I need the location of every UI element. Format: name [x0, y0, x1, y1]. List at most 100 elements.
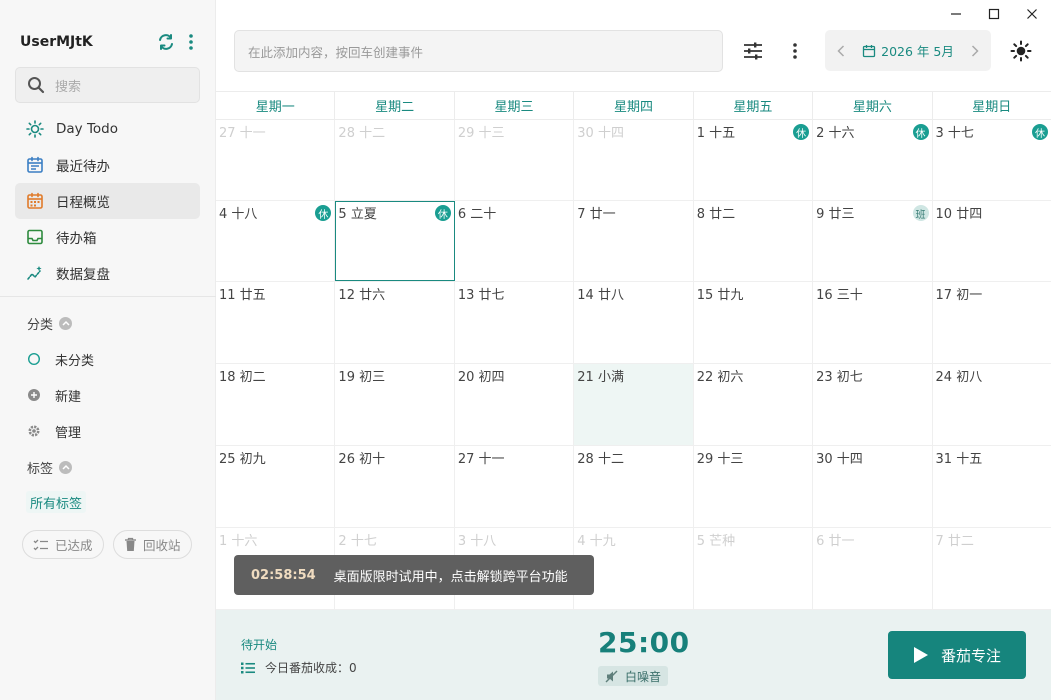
- calendar-day-cell[interactable]: 29 十三: [694, 446, 814, 527]
- category-item-new[interactable]: 新建: [27, 384, 81, 406]
- category-item-uncategorized[interactable]: 未分类: [27, 348, 94, 370]
- calendar-day-cell[interactable]: 7 廿二: [933, 528, 1051, 609]
- trial-toast[interactable]: 02:58:54 桌面版限时试用中，点击解锁跨平台功能: [234, 555, 594, 595]
- calendar-day-cell[interactable]: 30 十四: [574, 120, 694, 200]
- calendar-day-cell[interactable]: 19 初三: [335, 364, 455, 445]
- calendar-day-cell[interactable]: 16 三十: [813, 282, 933, 363]
- close-icon[interactable]: [1013, 0, 1051, 28]
- weekday-label: 星期日: [972, 100, 1012, 115]
- calendar-day-cell[interactable]: 22 初六: [694, 364, 814, 445]
- more-vertical-icon[interactable]: [183, 31, 199, 53]
- add-event-placeholder: 在此添加内容，按回车创建事件: [248, 44, 424, 60]
- calendar-day-cell[interactable]: 6 廿一: [813, 528, 933, 609]
- theme-sun-icon[interactable]: [1008, 38, 1034, 64]
- inbox-icon: [26, 228, 44, 246]
- calendar-day-cell[interactable]: 11 廿五: [216, 282, 336, 363]
- filter-sliders-icon[interactable]: [740, 38, 766, 64]
- calendar-day-cell[interactable]: 2 十六 休: [813, 120, 933, 200]
- white-noise-label: 白噪音: [625, 669, 662, 684]
- day-label: 21 小满: [577, 370, 624, 385]
- chevron-up-icon[interactable]: [59, 460, 73, 474]
- calendar-day-cell[interactable]: 27 十一: [216, 120, 336, 200]
- calendar-grid-icon: [26, 192, 44, 210]
- chevron-up-icon[interactable]: [59, 316, 73, 330]
- calendar-day-cell[interactable]: 30 十四: [813, 446, 933, 527]
- calendar-day-cell[interactable]: 8 廿二: [694, 201, 814, 281]
- category-header-label: 分类: [27, 317, 54, 333]
- calendar-day-cell[interactable]: 4 十八 休: [216, 201, 336, 281]
- sync-icon[interactable]: [155, 31, 177, 53]
- nav-item-inbox[interactable]: 待办箱: [15, 219, 200, 255]
- calendar-day-cell[interactable]: 15 廿九: [694, 282, 814, 363]
- start-focus-button[interactable]: 番茄专注: [888, 631, 1026, 679]
- day-label: 6 廿一: [816, 534, 855, 549]
- calendar-day-cell[interactable]: 18 初二: [216, 364, 336, 445]
- calendar-day-cell[interactable]: 9 廿三 班: [813, 201, 933, 281]
- day-label: 23 初七: [816, 370, 863, 385]
- maximize-icon[interactable]: [975, 0, 1013, 28]
- all-tags-chip[interactable]: 所有标签: [26, 491, 87, 513]
- calendar-day-cell[interactable]: 12 廿六: [335, 282, 455, 363]
- calendar-day-cell[interactable]: 23 初七: [813, 364, 933, 445]
- day-label: 2 十六: [816, 126, 855, 141]
- day-label: 14 廿八: [577, 288, 624, 303]
- nav-item-recent[interactable]: 最近待办: [15, 147, 200, 183]
- day-label: 8 廿二: [696, 207, 736, 222]
- calendar-day-cell[interactable]: 5 立夏 休: [335, 201, 455, 281]
- day-label: 18 初二: [219, 370, 266, 385]
- minimize-icon[interactable]: [937, 0, 975, 28]
- nav-item-schedule[interactable]: 日程概览: [15, 183, 200, 219]
- calendar-day-cell[interactable]: 28 十二: [574, 446, 694, 527]
- calendar-day-cell[interactable]: 5 芒种: [694, 528, 814, 609]
- done-button[interactable]: 已达成: [22, 530, 104, 559]
- nav-item-day-todo[interactable]: Day Todo: [15, 111, 200, 147]
- pomodoro-timer: 25:00: [598, 626, 690, 659]
- calendar-week-row: 18 初二 19 初三 20 初四 21 小满 22 初六 23 初七 24 初八: [216, 364, 1051, 446]
- pomodoro-harvest[interactable]: 今日番茄收成：0: [241, 659, 357, 676]
- month-navigator: 2026 年 5月: [825, 30, 991, 71]
- current-month[interactable]: 2026 年 5月: [857, 41, 959, 60]
- day-label: 12 廿六: [338, 288, 386, 303]
- calendar-week-row: 11 廿五 12 廿六 13 廿七 14 廿八 15 廿九 16 三十 17 初一: [216, 282, 1051, 364]
- calendar-day-cell[interactable]: 3 十七 休: [933, 120, 1051, 200]
- calendar-day-cell[interactable]: 17 初一: [933, 282, 1051, 363]
- calendar-day-cell[interactable]: 29 十三: [455, 120, 575, 200]
- white-noise-button[interactable]: 白噪音: [598, 666, 669, 686]
- calendar-day-cell[interactable]: 13 廿七: [455, 282, 575, 363]
- calendar-day-cell[interactable]: 1 十五 休: [694, 120, 814, 200]
- category-header[interactable]: 分类: [27, 313, 73, 333]
- username[interactable]: UserMJtK: [20, 34, 155, 50]
- calendar-day-cell[interactable]: 25 初九: [216, 446, 336, 527]
- day-label: 4 十九: [577, 534, 616, 549]
- tag-header[interactable]: 标签: [27, 457, 73, 477]
- nav-label: 最近待办: [56, 159, 110, 175]
- calendar-day-cell[interactable]: 14 廿八: [574, 282, 694, 363]
- calendar-day-cell[interactable]: 20 初四: [455, 364, 575, 445]
- day-label: 20 初四: [457, 370, 505, 385]
- next-month-chevron-icon[interactable]: [959, 30, 991, 71]
- calendar-day-cell[interactable]: 21 小满: [574, 364, 694, 445]
- day-label: 22 初六: [696, 370, 744, 385]
- day-label: 2 十七: [338, 534, 377, 549]
- weekday-header: 星期一 星期二 星期三 星期四 星期五 星期六 星期日: [216, 91, 1051, 120]
- trash-button[interactable]: 回收站: [113, 530, 192, 559]
- calendar-day-cell[interactable]: 26 初十: [335, 446, 455, 527]
- day-label: 3 十八: [457, 534, 497, 549]
- holiday-badge: 休: [315, 205, 332, 221]
- nav-item-review[interactable]: 数据复盘: [15, 255, 200, 291]
- calendar-day-cell[interactable]: 28 十二: [335, 120, 455, 200]
- add-event-input[interactable]: 在此添加内容，按回车创建事件: [234, 30, 723, 72]
- calendar-day-cell[interactable]: 31 十五: [933, 446, 1051, 527]
- day-label: 27 十一: [457, 452, 505, 467]
- calendar-day-cell[interactable]: 10 廿四: [933, 201, 1051, 281]
- calendar-day-cell[interactable]: 6 二十: [455, 201, 575, 281]
- calendar-day-cell[interactable]: 24 初八: [933, 364, 1051, 445]
- calendar-day-cell[interactable]: 7 廿一: [574, 201, 694, 281]
- sidebar: UserMJtK 搜索 Day Todo 最近待办 日程概览 待办箱 数据复盘 …: [0, 0, 216, 700]
- category-item-manage[interactable]: 管理: [27, 420, 81, 442]
- more-vertical-icon[interactable]: [784, 38, 806, 64]
- day-label: 19 初三: [338, 370, 386, 385]
- search-input[interactable]: 搜索: [15, 67, 200, 103]
- calendar-day-cell[interactable]: 27 十一: [455, 446, 575, 527]
- prev-month-chevron-icon[interactable]: [825, 30, 857, 71]
